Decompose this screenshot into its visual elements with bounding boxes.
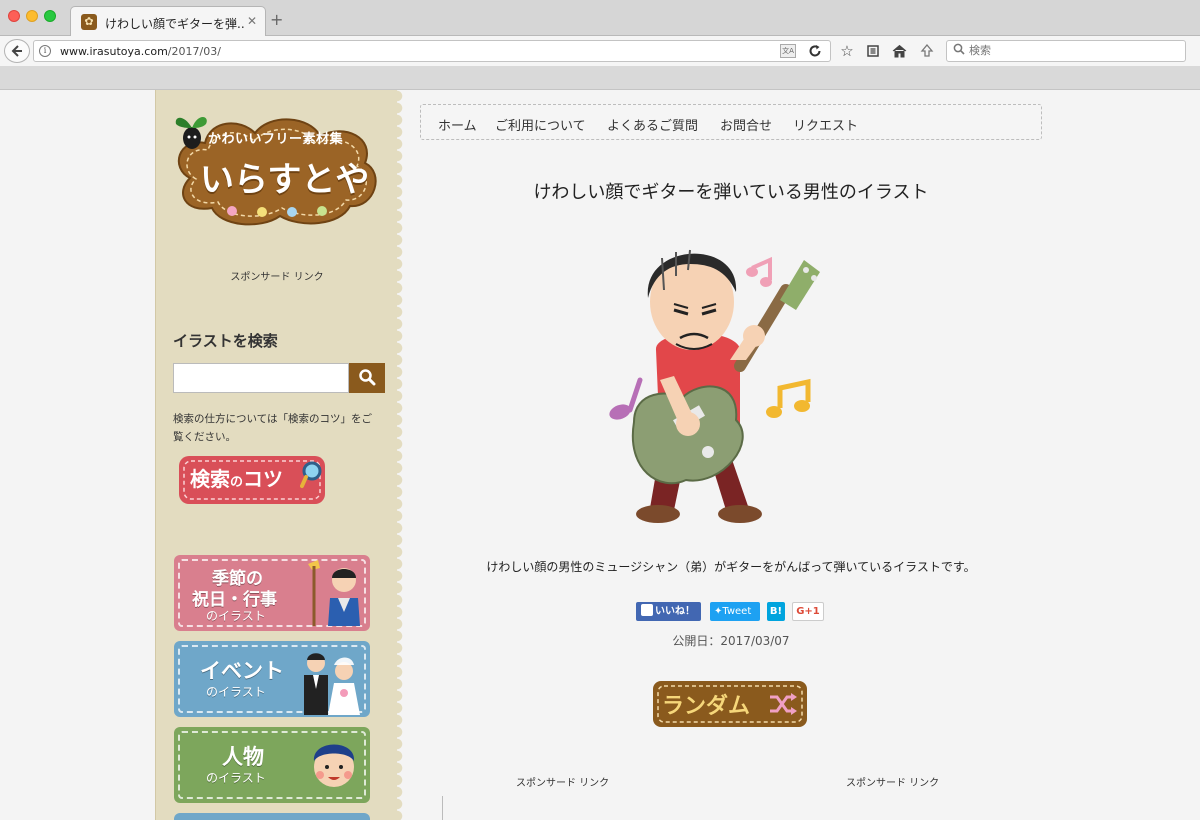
back-button[interactable] <box>4 39 30 63</box>
category-people-sub: のイラスト <box>206 771 266 785</box>
tips-text-main: 検索 <box>190 467 230 491</box>
illustration-search-button[interactable] <box>349 363 385 393</box>
browser-tab[interactable]: ✿ けわしい顔でギターを弾... ✕ <box>70 6 266 37</box>
random-label: ランダム <box>662 694 751 719</box>
music-note-yellow-icon <box>766 378 811 418</box>
random-illustration-button[interactable]: ランダム <box>650 678 810 730</box>
bookmarks-bar <box>0 66 1200 90</box>
nav-usage-terms[interactable]: ご利用について <box>495 115 586 134</box>
category-event-line1: イベント <box>200 659 284 683</box>
hatena-bookmark-button[interactable]: B! <box>767 602 785 621</box>
minimize-window-button[interactable] <box>26 10 38 22</box>
new-tab-icon[interactable]: + <box>270 10 283 29</box>
magnifier-icon <box>953 43 965 58</box>
music-note-pink-icon <box>746 256 772 287</box>
reload-button[interactable] <box>804 40 826 62</box>
tips-text-end: コツ <box>243 467 284 491</box>
reload-icon <box>809 45 821 57</box>
sidebar: かわいいフリー素材集 いらすとや スポンサード リンク イラストを検索 検索の仕… <box>155 90 397 820</box>
sponsored-link-label: スポンサード リンク <box>230 272 324 283</box>
tab-title: けわしい顔でギターを弾... <box>105 17 245 31</box>
magnifier-icon <box>300 461 322 488</box>
site-logo[interactable]: かわいいフリー素材集 いらすとや <box>170 108 382 238</box>
url-text[interactable]: www.irasutoya.com/2017/03/ <box>60 45 221 58</box>
post-title: けわしい顔でギターを弾いている男性のイラスト <box>533 182 929 203</box>
web-page: かわいいフリー素材集 いらすとや スポンサード リンク イラストを検索 検索の仕… <box>0 90 1200 820</box>
nav-faq[interactable]: よくあるご質問 <box>607 115 698 134</box>
illustration-search-input[interactable] <box>173 363 349 393</box>
close-window-button[interactable] <box>8 10 20 22</box>
share-icon[interactable] <box>916 40 938 62</box>
search-tips-button[interactable]: 検索のコツ <box>176 452 334 508</box>
category-next-button[interactable] <box>174 813 370 820</box>
sponsored-link-right: スポンサード リンク <box>846 778 940 789</box>
browser-search-input[interactable] <box>969 44 1179 57</box>
category-seasonal-button[interactable]: 季節の 祝日・行事 のイラスト <box>174 555 370 631</box>
kimono-child-icon <box>308 560 360 626</box>
logo-name: いらすとや <box>200 160 370 200</box>
site-info-icon[interactable]: i <box>39 45 51 57</box>
tweet-button[interactable]: ✦Tweet <box>710 602 760 621</box>
ad-divider <box>442 796 443 820</box>
search-icon <box>359 368 376 385</box>
browser-search-bar[interactable] <box>946 40 1186 62</box>
window-titlebar: ✿ けわしい顔でギターを弾... ✕ + <box>0 0 1200 37</box>
google-plus-button[interactable]: G+1 <box>792 602 824 621</box>
tips-text-small: の <box>230 475 244 490</box>
category-people-button[interactable]: 人物 のイラスト <box>174 727 370 803</box>
navigation-toolbar: i www.irasutoya.com/2017/03/ 文A ☆ <box>0 36 1200 66</box>
boy-face-icon <box>313 744 355 787</box>
back-arrow-icon <box>11 45 22 57</box>
category-seasonal-sub: のイラスト <box>206 609 266 623</box>
published-date: 公開日：2017/03/07 <box>672 634 790 648</box>
bookmark-star-icon[interactable]: ☆ <box>836 40 858 62</box>
thumbs-up-icon <box>641 604 653 616</box>
category-people-line1: 人物 <box>222 745 264 769</box>
post-description: けわしい顔の男性のミュージシャン（弟）がギターをがんばって弾いているイラストです… <box>486 560 976 574</box>
guitarist-illustration <box>609 249 820 523</box>
nav-contact[interactable]: お問合せ <box>720 115 772 134</box>
search-heading: イラストを検索 <box>173 332 278 350</box>
reader-view-icon[interactable]: 文A <box>780 44 796 58</box>
logo-tagline: かわいいフリー素材集 <box>208 132 344 147</box>
nav-home[interactable]: ホーム <box>438 115 477 134</box>
tab-close-icon[interactable]: ✕ <box>247 14 257 28</box>
reading-list-icon[interactable] <box>862 40 884 62</box>
home-icon[interactable] <box>888 40 910 62</box>
address-bar[interactable]: i www.irasutoya.com/2017/03/ 文A <box>33 40 831 62</box>
sponsored-link-left: スポンサード リンク <box>516 778 610 789</box>
wedding-couple-icon <box>304 653 360 715</box>
sidebar-scalloped-edge <box>397 90 407 820</box>
nav-request[interactable]: リクエスト <box>793 115 858 134</box>
zoom-window-button[interactable] <box>44 10 56 22</box>
site-favicon-icon: ✿ <box>81 14 97 30</box>
facebook-like-button[interactable]: いいね！ <box>636 602 701 621</box>
top-nav-menu: ホーム ご利用について よくあるご質問 お問合せ リクエスト <box>420 104 1042 140</box>
search-help-text: 検索の仕方については「検索のコツ」をご覧ください。 <box>173 413 372 443</box>
shuffle-icon <box>770 693 797 715</box>
category-event-sub: のイラスト <box>206 685 266 699</box>
category-event-button[interactable]: イベント のイラスト <box>174 641 370 717</box>
